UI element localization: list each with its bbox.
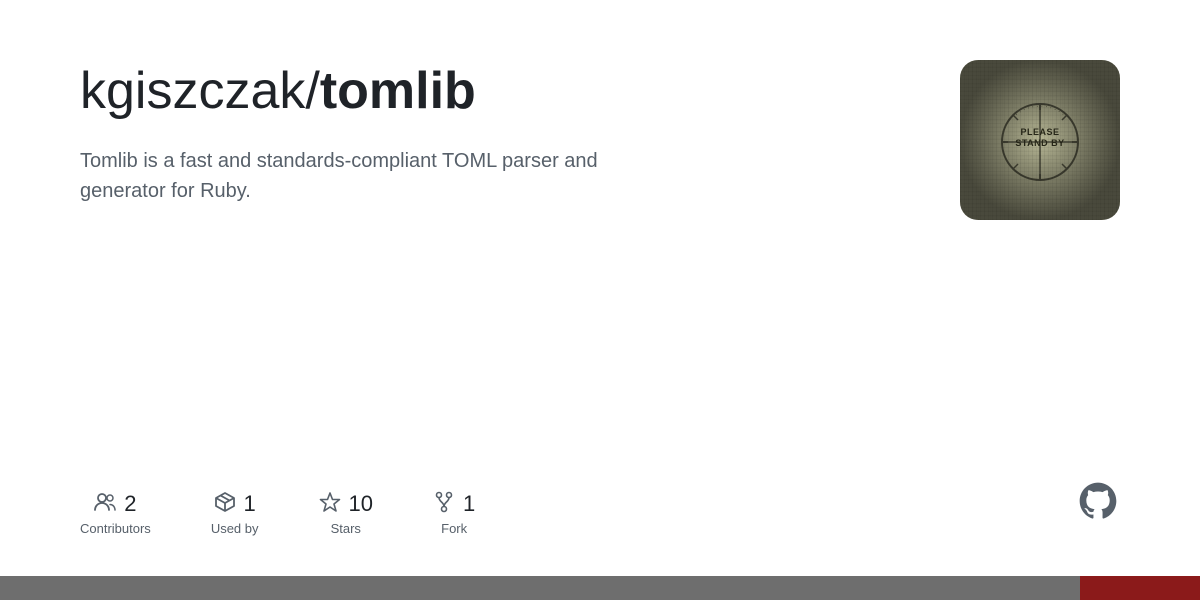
stat-used-by[interactable]: 1 Used by xyxy=(211,491,259,536)
title-section: kgiszczak/tomlib Tomlib is a fast and st… xyxy=(80,60,920,206)
svg-text:PLEASE: PLEASE xyxy=(1020,127,1059,137)
repo-title: kgiszczak/tomlib xyxy=(80,60,920,122)
stars-label: Stars xyxy=(331,521,361,536)
star-icon xyxy=(319,491,341,517)
used-by-label: Used by xyxy=(211,521,259,536)
contributors-count: 2 xyxy=(124,491,136,517)
svg-text:· · · · · · · · · · · ·: · · · · · · · · · · · · xyxy=(1014,103,1066,118)
repo-owner[interactable]: kgiszczak/ xyxy=(80,62,320,120)
tv-pattern-svg: PLEASE STAND BY · · · · · · · · · · · · xyxy=(960,60,1120,220)
repo-description: Tomlib is a fast and standards-compliant… xyxy=(80,146,600,206)
repo-name[interactable]: tomlib xyxy=(320,62,476,120)
stars-count: 10 xyxy=(349,491,373,517)
stats-row: 2 Contributors 1 Used by xyxy=(80,471,1120,536)
contributors-label: Contributors xyxy=(80,521,151,536)
stat-stars-top: 10 xyxy=(319,491,373,517)
fork-count: 1 xyxy=(463,491,475,517)
header-row: kgiszczak/tomlib Tomlib is a fast and st… xyxy=(80,60,1120,220)
main-content: kgiszczak/tomlib Tomlib is a fast and st… xyxy=(0,0,1200,576)
fork-icon xyxy=(433,491,455,517)
svg-text:STAND BY: STAND BY xyxy=(1015,138,1064,148)
used-by-count: 1 xyxy=(244,491,256,517)
tv-screen: PLEASE STAND BY · · · · · · · · · · · · xyxy=(960,60,1120,220)
footer-bar xyxy=(0,576,1200,600)
stat-fork-top: 1 xyxy=(433,491,475,517)
stat-stars[interactable]: 10 Stars xyxy=(319,491,373,536)
people-icon xyxy=(94,493,116,515)
fork-label: Fork xyxy=(441,521,467,536)
repo-avatar: PLEASE STAND BY · · · · · · · · · · · · xyxy=(960,60,1120,220)
stat-contributors[interactable]: 2 Contributors xyxy=(80,491,151,536)
github-icon xyxy=(1076,479,1120,523)
stat-used-by-top: 1 xyxy=(214,491,256,517)
footer-bar-right xyxy=(1080,576,1200,600)
github-icon-wrap[interactable] xyxy=(1076,479,1120,528)
package-icon xyxy=(214,491,236,517)
stat-fork[interactable]: 1 Fork xyxy=(433,491,475,536)
footer-bar-left xyxy=(0,576,1080,600)
stat-contributors-top: 2 xyxy=(94,491,136,517)
